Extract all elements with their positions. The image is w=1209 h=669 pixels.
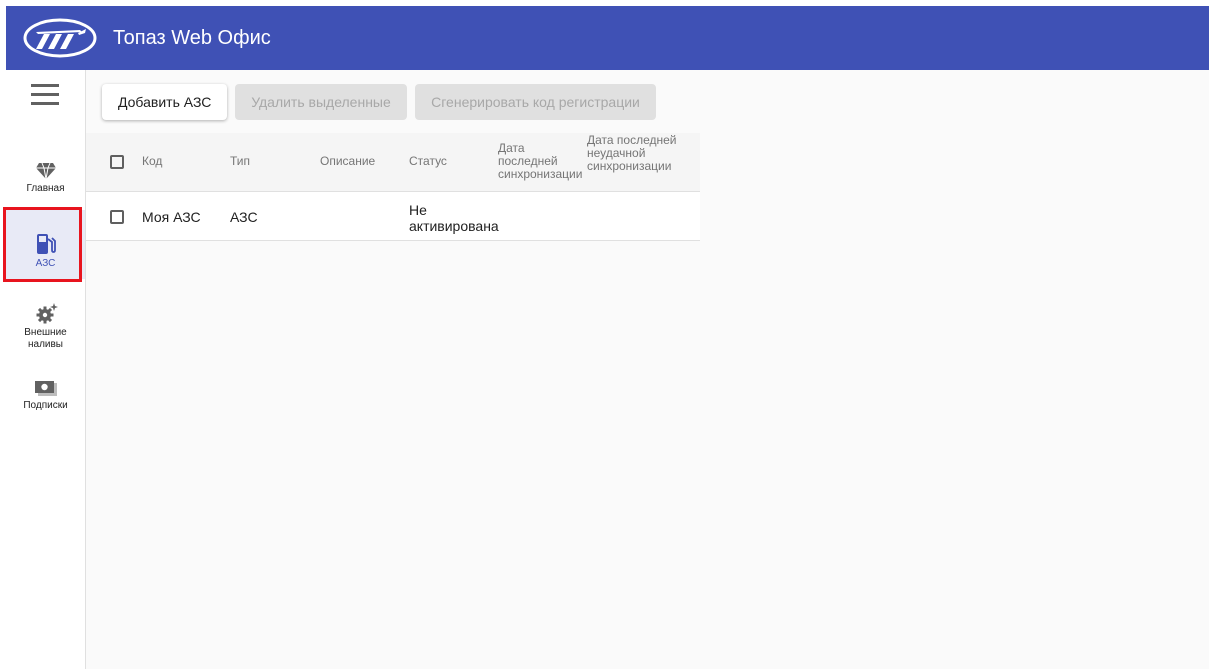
topaz-logo[interactable] xyxy=(22,17,98,59)
row-checkbox[interactable] xyxy=(110,210,124,224)
app-window: Топаз Web Офис Главная АЗС Внешние налив… xyxy=(3,6,1209,669)
gear-sparkle-icon xyxy=(36,303,58,324)
sidebar-item-external-fills[interactable]: Внешние наливы xyxy=(6,302,85,354)
app-bar: Топаз Web Офис xyxy=(6,6,1209,70)
sidebar: Главная АЗС Внешние наливы Подписки xyxy=(3,70,86,669)
money-icon xyxy=(35,381,57,396)
column-header-last-sync[interactable]: Дата последней синхронизации xyxy=(498,142,586,181)
select-all-checkbox[interactable] xyxy=(110,155,124,169)
column-header-description[interactable]: Описание xyxy=(320,155,375,168)
stations-table: Код Тип Описание Статус Дата последней с… xyxy=(86,133,700,241)
sidebar-item-azs[interactable]: АЗС xyxy=(6,210,85,279)
gas-station-icon xyxy=(36,234,56,254)
cell-code: Моя АЗС xyxy=(142,209,201,225)
diamond-icon xyxy=(35,162,56,180)
column-header-type[interactable]: Тип xyxy=(230,155,250,168)
sidebar-item-label: Главная xyxy=(26,183,65,194)
sidebar-item-label: Подписки xyxy=(23,400,68,411)
app-title: Топаз Web Офис xyxy=(113,27,271,49)
column-header-code[interactable]: Код xyxy=(142,155,162,168)
sidebar-item-home[interactable]: Главная xyxy=(6,158,85,206)
cell-type: АЗС xyxy=(230,209,258,225)
add-azs-button[interactable]: Добавить АЗС xyxy=(102,84,227,120)
generate-registration-code-button[interactable]: Сгенерировать код регистрации xyxy=(415,84,656,120)
cell-status: Не активирована xyxy=(409,202,499,234)
sidebar-item-label: АЗС xyxy=(35,258,56,269)
table-header: Код Тип Описание Статус Дата последней с… xyxy=(86,133,700,192)
table-row[interactable]: Моя АЗС АЗС Не активирована xyxy=(86,192,700,241)
delete-selected-button[interactable]: Удалить выделенные xyxy=(235,84,407,120)
sidebar-item-label: Внешние наливы xyxy=(24,327,67,350)
hamburger-menu-icon[interactable] xyxy=(31,84,59,106)
column-header-last-failed-sync[interactable]: Дата последней неудачной синхронизации xyxy=(587,134,679,173)
sidebar-item-subscriptions[interactable]: Подписки xyxy=(6,380,85,416)
column-header-status[interactable]: Статус xyxy=(409,155,447,168)
